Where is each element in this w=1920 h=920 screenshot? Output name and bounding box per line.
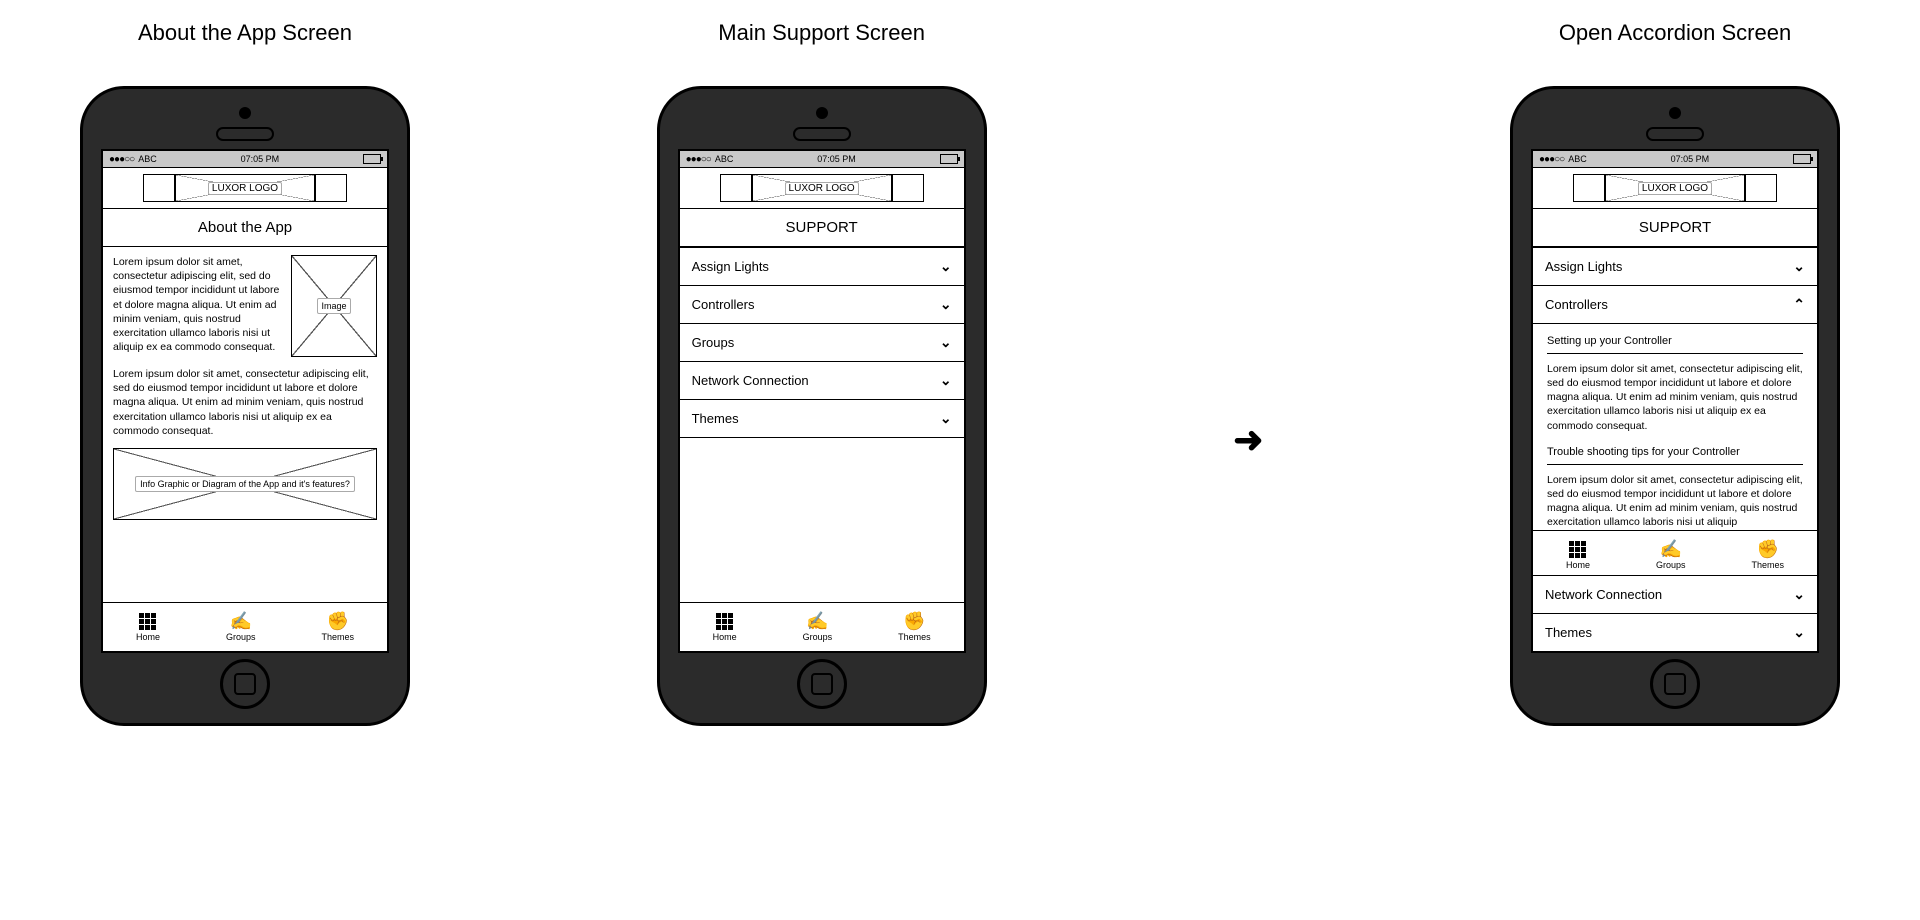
tab-home[interactable]: Home	[1566, 541, 1590, 570]
status-bar: ●●●○○ ABC 07:05 PM	[103, 151, 387, 168]
carrier-label: ABC	[1568, 154, 1587, 164]
accordion-item-network[interactable]: Network Connection ⌄	[680, 362, 964, 400]
sub-heading-troubleshoot: Trouble shooting tips for your Controlle…	[1547, 445, 1803, 460]
chevron-down-icon: ⌄	[940, 372, 952, 389]
accordion-item-themes[interactable]: Themes ⌄	[680, 400, 964, 438]
accordion-item-controllers[interactable]: Controllers ⌃	[1533, 286, 1817, 324]
logo-placeholder: LUXOR LOGO	[752, 174, 892, 202]
screen-accordion: ●●●○○ ABC 07:05 PM LUXOR LOGO SUPPORT	[1531, 149, 1819, 653]
sub-body-troubleshoot: Lorem ipsum dolor sit amet, consectetur …	[1547, 473, 1803, 530]
status-bar: ●●●○○ ABC 07:05 PM	[1533, 151, 1817, 168]
groups-icon: ✍	[1660, 540, 1682, 558]
about-paragraph-2: Lorem ipsum dolor sit amet, consectetur …	[113, 367, 377, 438]
status-bar: ●●●○○ ABC 07:05 PM	[680, 151, 964, 168]
signal-icon: ●●●○○	[686, 154, 711, 165]
diagram-placeholder: Info Graphic or Diagram of the App and i…	[113, 448, 377, 520]
grid-icon	[1569, 541, 1586, 558]
tab-bar: Home ✍ Groups ✊ Themes	[680, 602, 964, 651]
phone-frame: ●●●○○ ABC 07:05 PM LUXOR LOGO SUPPORT	[1510, 86, 1840, 726]
tab-groups[interactable]: ✍ Groups	[1656, 540, 1686, 570]
about-content: Lorem ipsum dolor sit amet, consectetur …	[103, 247, 387, 602]
signal-icon: ●●●○○	[109, 154, 134, 165]
arrow-icon: ➜	[1233, 419, 1263, 461]
screen-title-accordion: Open Accordion Screen	[1559, 20, 1791, 46]
tab-groups[interactable]: ✍ Groups	[226, 612, 256, 642]
groups-icon: ✍	[806, 612, 828, 630]
tab-groups[interactable]: ✍ Groups	[803, 612, 833, 642]
screen-about: ●●●○○ ABC 07:05 PM LUXOR LOGO About the …	[101, 149, 389, 653]
accordion-item-groups[interactable]: Groups ⌄	[680, 324, 964, 362]
logo-placeholder: LUXOR LOGO	[175, 174, 315, 202]
home-button[interactable]	[1650, 659, 1700, 709]
tab-bar: Home ✍ Groups ✊ Themes	[1533, 530, 1817, 579]
battery-icon	[1793, 154, 1811, 164]
grid-icon	[139, 613, 156, 630]
accordion-item-network[interactable]: Network Connection ⌄	[1533, 575, 1817, 614]
phone-frame: ●●●○○ ABC 07:05 PM LUXOR LOGO About the …	[80, 86, 410, 726]
signal-icon: ●●●○○	[1539, 154, 1564, 165]
tab-bar: Home ✍ Groups ✊ Themes	[103, 602, 387, 651]
clock-label: 07:05 PM	[1671, 154, 1710, 164]
groups-icon: ✍	[230, 612, 252, 630]
screen-title-support: Main Support Screen	[718, 20, 925, 46]
chevron-down-icon: ⌄	[1793, 586, 1805, 603]
accordion-item-assign-lights[interactable]: Assign Lights ⌄	[1533, 247, 1817, 286]
phone-frame: ●●●○○ ABC 07:05 PM LUXOR LOGO SUPPORT	[657, 86, 987, 726]
clock-label: 07:05 PM	[241, 154, 280, 164]
themes-icon: ✊	[1757, 540, 1779, 558]
image-placeholder: Image	[291, 255, 377, 357]
accordion-list: Assign Lights ⌄ Controllers ⌄ Groups ⌄ N…	[680, 247, 964, 602]
screen-title-about: About the App Screen	[138, 20, 352, 46]
chevron-down-icon: ⌄	[940, 334, 952, 351]
chevron-down-icon: ⌄	[1793, 624, 1805, 641]
tab-themes[interactable]: ✊ Themes	[898, 612, 931, 642]
sub-body-setup: Lorem ipsum dolor sit amet, consectetur …	[1547, 362, 1803, 433]
screen-support: ●●●○○ ABC 07:05 PM LUXOR LOGO SUPPORT	[678, 149, 966, 653]
clock-label: 07:05 PM	[817, 154, 856, 164]
logo-header: LUXOR LOGO	[680, 168, 964, 209]
battery-icon	[940, 154, 958, 164]
accordion-item-controllers[interactable]: Controllers ⌄	[680, 286, 964, 324]
grid-icon	[716, 613, 733, 630]
chevron-down-icon: ⌄	[940, 258, 952, 275]
carrier-label: ABC	[138, 154, 157, 164]
chevron-down-icon: ⌄	[940, 296, 952, 313]
chevron-up-icon: ⌃	[1793, 296, 1805, 313]
page-title: SUPPORT	[680, 209, 964, 247]
page-title: About the App	[103, 209, 387, 247]
themes-icon: ✊	[327, 612, 349, 630]
accordion-item-assign-lights[interactable]: Assign Lights ⌄	[680, 247, 964, 286]
carrier-label: ABC	[715, 154, 734, 164]
accordion-body-controllers: Setting up your Controller Lorem ipsum d…	[1533, 324, 1817, 535]
tab-themes[interactable]: ✊ Themes	[321, 612, 354, 642]
chevron-down-icon: ⌄	[940, 410, 952, 427]
tab-home[interactable]: Home	[136, 613, 160, 642]
home-button[interactable]	[797, 659, 847, 709]
logo-placeholder: LUXOR LOGO	[1605, 174, 1745, 202]
logo-header: LUXOR LOGO	[1533, 168, 1817, 209]
page-title: SUPPORT	[1533, 209, 1817, 247]
about-paragraph-1: Lorem ipsum dolor sit amet, consectetur …	[113, 255, 281, 357]
battery-icon	[363, 154, 381, 164]
accordion-item-themes[interactable]: Themes ⌄	[1533, 614, 1817, 651]
chevron-down-icon: ⌄	[1793, 258, 1805, 275]
sub-heading-setup: Setting up your Controller	[1547, 334, 1803, 349]
home-button[interactable]	[220, 659, 270, 709]
tab-home[interactable]: Home	[713, 613, 737, 642]
themes-icon: ✊	[903, 612, 925, 630]
logo-header: LUXOR LOGO	[103, 168, 387, 209]
tab-themes[interactable]: ✊ Themes	[1751, 540, 1784, 570]
